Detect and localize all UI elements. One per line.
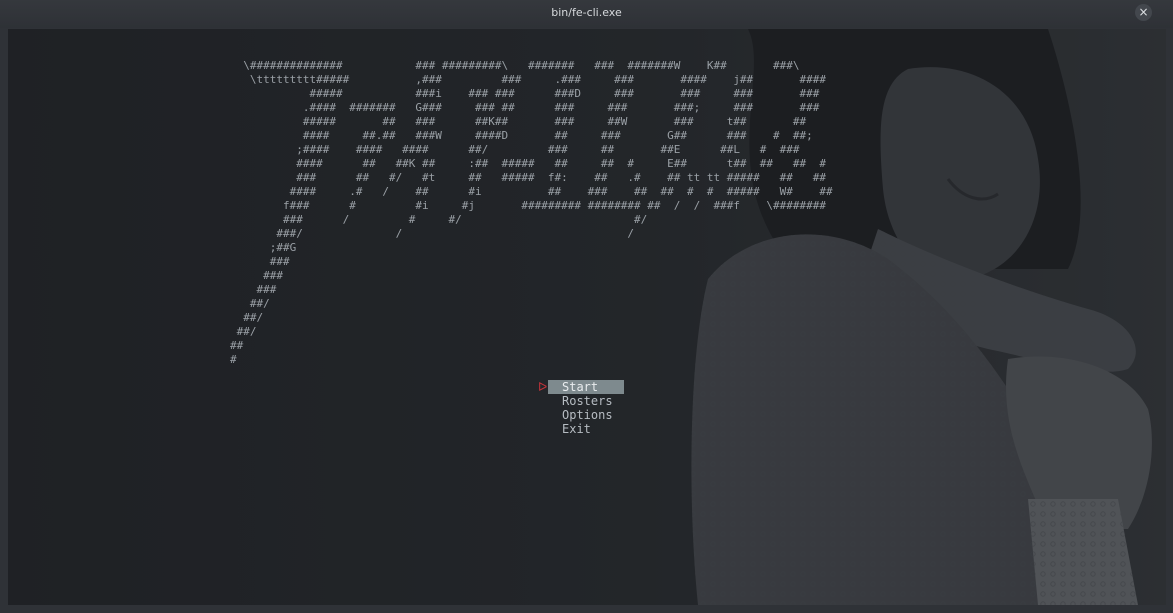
ascii-logo-banner: \############## ### #########\ ####### #… [230,59,833,366]
main-menu: ᐅ Start Rosters Options Exit [538,380,624,436]
menu-item-start[interactable]: Start [548,380,624,394]
title-bar: bin/fe-cli.exe × [0,0,1173,28]
menu-item-exit[interactable]: Exit [538,422,624,436]
close-icon[interactable]: × [1135,4,1152,21]
app-window: bin/fe-cli.exe × \############## ### ###… [0,0,1173,613]
menu-cursor-icon: ᐅ [538,380,548,394]
window-title: bin/fe-cli.exe [551,6,622,19]
menu-item-options[interactable]: Options [538,408,624,422]
menu-item-rosters[interactable]: Rosters [538,394,624,408]
terminal-area: \############## ### #########\ ####### #… [8,29,1166,605]
